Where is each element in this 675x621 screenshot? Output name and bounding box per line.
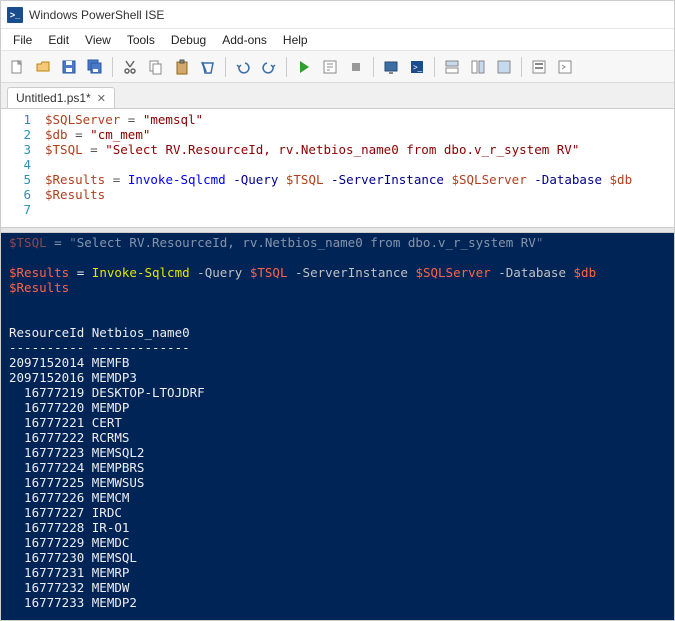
save-all-icon[interactable] [83, 55, 107, 79]
menu-file[interactable]: File [5, 31, 40, 49]
separator [521, 57, 522, 77]
menu-tools[interactable]: Tools [119, 31, 163, 49]
clear-console-icon[interactable] [196, 55, 220, 79]
copy-icon[interactable] [144, 55, 168, 79]
menu-edit[interactable]: Edit [40, 31, 77, 49]
cut-icon[interactable] [118, 55, 142, 79]
toolbar: >_ [1, 51, 674, 83]
separator [286, 57, 287, 77]
close-tab-icon[interactable]: ✕ [97, 92, 106, 105]
undo-icon[interactable] [231, 55, 255, 79]
menu-view[interactable]: View [77, 31, 119, 49]
separator [434, 57, 435, 77]
tab-untitled1[interactable]: Untitled1.ps1* ✕ [7, 87, 115, 108]
show-command-window-icon[interactable] [553, 55, 577, 79]
titlebar: >_ Windows PowerShell ISE [1, 1, 674, 29]
start-powershell-icon[interactable]: >_ [405, 55, 429, 79]
save-icon[interactable] [57, 55, 81, 79]
new-remote-tab-icon[interactable] [379, 55, 403, 79]
code-area[interactable]: $SQLServer = "memsql"$db = "cm_mem"$TSQL… [39, 109, 674, 227]
run-script-icon[interactable] [292, 55, 316, 79]
new-file-icon[interactable] [5, 55, 29, 79]
paste-icon[interactable] [170, 55, 194, 79]
separator [112, 57, 113, 77]
show-script-pane-top-icon[interactable] [440, 55, 464, 79]
menu-help[interactable]: Help [275, 31, 316, 49]
tab-label: Untitled1.ps1* [16, 91, 91, 105]
show-command-addon-icon[interactable] [527, 55, 551, 79]
run-selection-icon[interactable] [318, 55, 342, 79]
window-title: Windows PowerShell ISE [29, 8, 164, 22]
console-pane[interactable]: $TSQL = "Select RV.ResourceId, rv.Netbio… [1, 233, 674, 620]
script-editor[interactable]: 1234567 $SQLServer = "memsql"$db = "cm_m… [1, 109, 674, 227]
stop-icon[interactable] [344, 55, 368, 79]
open-file-icon[interactable] [31, 55, 55, 79]
line-gutter: 1234567 [1, 109, 39, 227]
powershell-icon: >_ [7, 7, 23, 23]
show-script-pane-maximized-icon[interactable] [492, 55, 516, 79]
menu-debug[interactable]: Debug [163, 31, 214, 49]
svg-text:>_: >_ [413, 63, 423, 72]
separator [225, 57, 226, 77]
menu-addons[interactable]: Add-ons [214, 31, 275, 49]
redo-icon[interactable] [257, 55, 281, 79]
separator [373, 57, 374, 77]
tabbar: Untitled1.ps1* ✕ [1, 83, 674, 109]
show-script-pane-right-icon[interactable] [466, 55, 490, 79]
menubar: File Edit View Tools Debug Add-ons Help [1, 29, 674, 51]
